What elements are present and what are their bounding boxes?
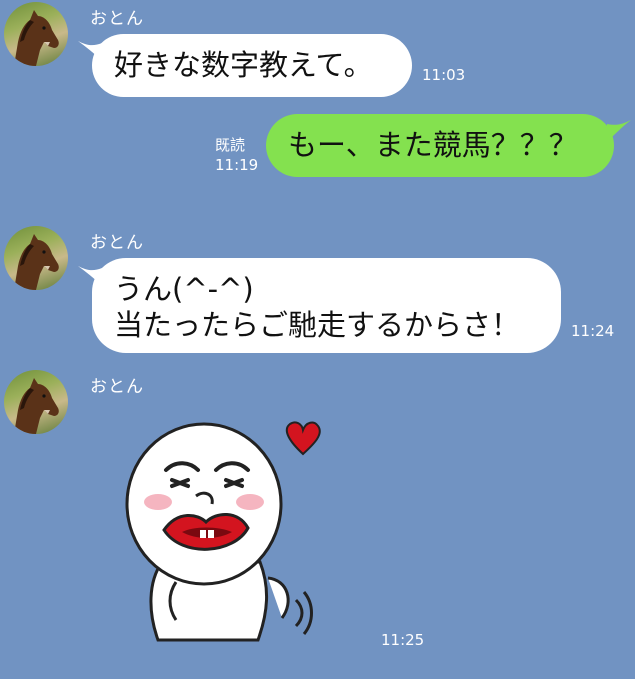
message-time: 11:19 <box>215 156 259 174</box>
sender-name: おとん <box>90 233 144 253</box>
horse-avatar-icon <box>14 378 59 434</box>
message-text: もー、また競馬？？？ <box>288 128 578 162</box>
moon-kiss-sticker-icon <box>125 421 321 642</box>
message-time: 11:25 <box>381 631 425 649</box>
message-time: 11:24 <box>571 322 615 340</box>
horse-avatar-icon <box>14 234 59 290</box>
avatar[interactable] <box>4 2 68 66</box>
read-receipt: 既読 11:19 <box>215 135 258 175</box>
avatar[interactable] <box>4 370 68 434</box>
message-bubble[interactable]: もー、また競馬？？？ <box>266 114 614 177</box>
sticker[interactable] <box>118 412 328 652</box>
avatar[interactable] <box>4 226 68 290</box>
message-bubble[interactable]: 好きな数字教えて。 <box>92 34 412 97</box>
bubble-tail <box>607 120 631 142</box>
message-bubble[interactable]: うん(^-^) 当たったらご馳走するからさ！ <box>92 258 561 353</box>
horse-avatar-icon <box>14 10 59 66</box>
message-time: 11:03 <box>422 66 466 84</box>
sender-name: おとん <box>90 9 144 29</box>
sender-name: おとん <box>90 377 144 397</box>
message-text-line: うん(^-^) <box>114 272 254 306</box>
message-text: 好きな数字教えて。 <box>114 48 373 82</box>
read-label: 既読 <box>215 136 246 154</box>
message-text-line: 当たったらご馳走するからさ！ <box>114 308 521 342</box>
